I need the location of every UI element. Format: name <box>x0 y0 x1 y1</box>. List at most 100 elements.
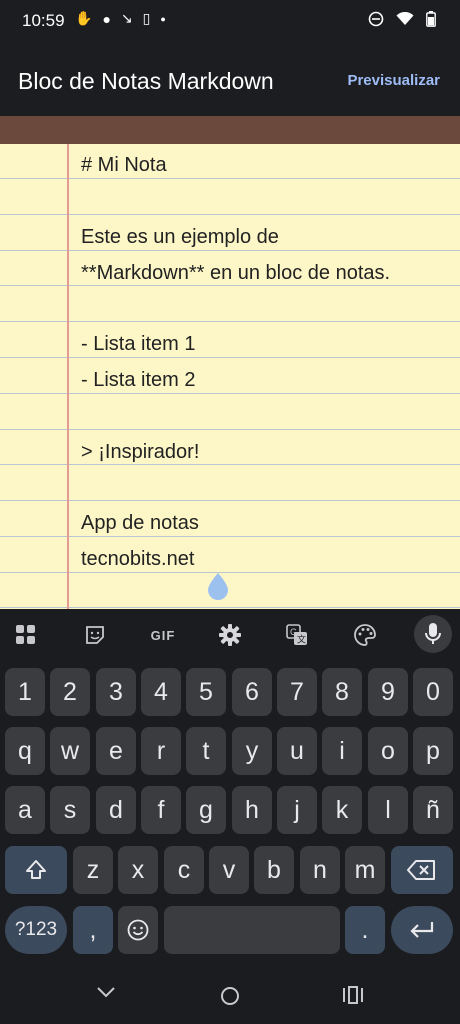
translate-icon[interactable]: G文 <box>281 619 313 651</box>
rule-line <box>0 500 460 501</box>
hand-icon: ✋ <box>75 10 93 26</box>
key-x[interactable]: x <box>118 846 158 894</box>
note-line: > ¡Inspirador! <box>81 441 200 463</box>
rule-line <box>0 250 460 251</box>
note-line: App de notas <box>81 512 199 534</box>
key-w[interactable]: w <box>50 727 90 775</box>
key-f[interactable]: f <box>141 786 181 834</box>
key-k[interactable]: k <box>322 786 362 834</box>
rule-line <box>0 178 460 179</box>
backspace-key[interactable] <box>391 846 453 894</box>
key-m[interactable]: m <box>345 846 385 894</box>
rule-line <box>0 214 460 215</box>
circle-icon: ● <box>102 10 111 27</box>
app-bar: Bloc de Notas Markdown Previsualizar <box>0 46 460 116</box>
enter-key[interactable] <box>391 906 453 954</box>
rule-line <box>0 357 460 358</box>
key-n[interactable]: n <box>300 846 340 894</box>
system-nav-bar <box>0 965 460 1024</box>
gif-button[interactable]: GIF <box>146 619 180 651</box>
keyboard-toolbar: GIF G文 <box>0 609 460 661</box>
period-key[interactable]: . <box>345 906 385 954</box>
key-u[interactable]: u <box>277 727 317 775</box>
emoji-icon <box>127 919 149 941</box>
notepad-header-band <box>0 116 460 144</box>
text-cursor-handle[interactable] <box>206 572 230 600</box>
status-left-icons: ✋ ● ↘ ▯ ● <box>75 10 166 27</box>
key-o[interactable]: o <box>368 727 408 775</box>
key-8[interactable]: 8 <box>322 668 362 716</box>
rule-line <box>0 393 460 394</box>
key-4[interactable]: 4 <box>141 668 181 716</box>
key-5[interactable]: 5 <box>186 668 226 716</box>
key-6[interactable]: 6 <box>232 668 272 716</box>
key-p[interactable]: p <box>413 727 453 775</box>
rule-line <box>0 536 460 537</box>
rule-line <box>0 572 460 573</box>
emoji-key[interactable] <box>118 906 158 954</box>
palette-icon[interactable] <box>349 619 381 651</box>
key-c[interactable]: c <box>164 846 204 894</box>
key-y[interactable]: y <box>232 727 272 775</box>
sticker-icon[interactable] <box>79 619 111 651</box>
apps-icon[interactable] <box>10 619 42 651</box>
key-9[interactable]: 9 <box>368 668 408 716</box>
key-b[interactable]: b <box>254 846 294 894</box>
key-z[interactable]: z <box>73 846 113 894</box>
svg-text:文: 文 <box>297 634 306 645</box>
keyboard: GIF G文 1 2 3 4 5 6 7 8 9 0 q w e r t y u… <box>0 609 460 1024</box>
key-h[interactable]: h <box>232 786 272 834</box>
key-t[interactable]: t <box>186 727 226 775</box>
shift-icon <box>26 860 46 879</box>
rule-line <box>0 429 460 430</box>
key-q[interactable]: q <box>5 727 45 775</box>
rule-line <box>0 607 460 608</box>
gear-icon[interactable] <box>214 619 246 651</box>
key-d[interactable]: d <box>96 786 136 834</box>
battery-icon <box>426 11 436 27</box>
rule-line <box>0 321 460 322</box>
key-1[interactable]: 1 <box>5 668 45 716</box>
key-i[interactable]: i <box>322 727 362 775</box>
missed-call-icon: ↘ <box>120 10 133 26</box>
key-ntilde[interactable]: ñ <box>413 786 453 834</box>
key-a[interactable]: a <box>5 786 45 834</box>
note-line: - Lista item 2 <box>81 369 196 391</box>
backspace-icon <box>407 860 435 880</box>
status-time: 10:59 <box>22 11 65 30</box>
home-icon[interactable] <box>219 985 241 1007</box>
sim-icon: ▯ <box>142 10 151 26</box>
mic-icon[interactable] <box>414 615 452 653</box>
enter-icon <box>410 922 434 938</box>
key-j[interactable]: j <box>277 786 317 834</box>
rule-line <box>0 285 460 286</box>
rule-line <box>0 464 460 465</box>
key-0[interactable]: 0 <box>413 668 453 716</box>
recents-icon[interactable] <box>342 986 364 1004</box>
note-line: Este es un ejemplo de <box>81 226 279 248</box>
app-title: Bloc de Notas Markdown <box>18 68 274 94</box>
key-v[interactable]: v <box>209 846 249 894</box>
key-l[interactable]: l <box>368 786 408 834</box>
comma-key[interactable]: , <box>73 906 113 954</box>
status-right-icons <box>368 11 436 27</box>
chevron-down-icon[interactable] <box>95 985 117 999</box>
key-g[interactable]: g <box>186 786 226 834</box>
key-2[interactable]: 2 <box>50 668 90 716</box>
shift-key[interactable] <box>5 846 67 894</box>
symbols-key[interactable]: ?123 <box>5 906 67 954</box>
key-3[interactable]: 3 <box>96 668 136 716</box>
note-line: - Lista item 1 <box>81 333 196 355</box>
key-s[interactable]: s <box>50 786 90 834</box>
space-key[interactable] <box>164 906 340 954</box>
note-line: # Mi Nota <box>81 154 167 176</box>
key-7[interactable]: 7 <box>277 668 317 716</box>
key-r[interactable]: r <box>141 727 181 775</box>
key-e[interactable]: e <box>96 727 136 775</box>
preview-button[interactable]: Previsualizar <box>347 72 440 89</box>
wifi-icon <box>396 12 414 25</box>
dot-icon: ● <box>160 13 166 24</box>
margin-line <box>67 144 69 609</box>
svg-text:G: G <box>290 627 297 637</box>
note-editor[interactable]: # Mi Nota Este es un ejemplo de **Markdo… <box>0 144 460 609</box>
